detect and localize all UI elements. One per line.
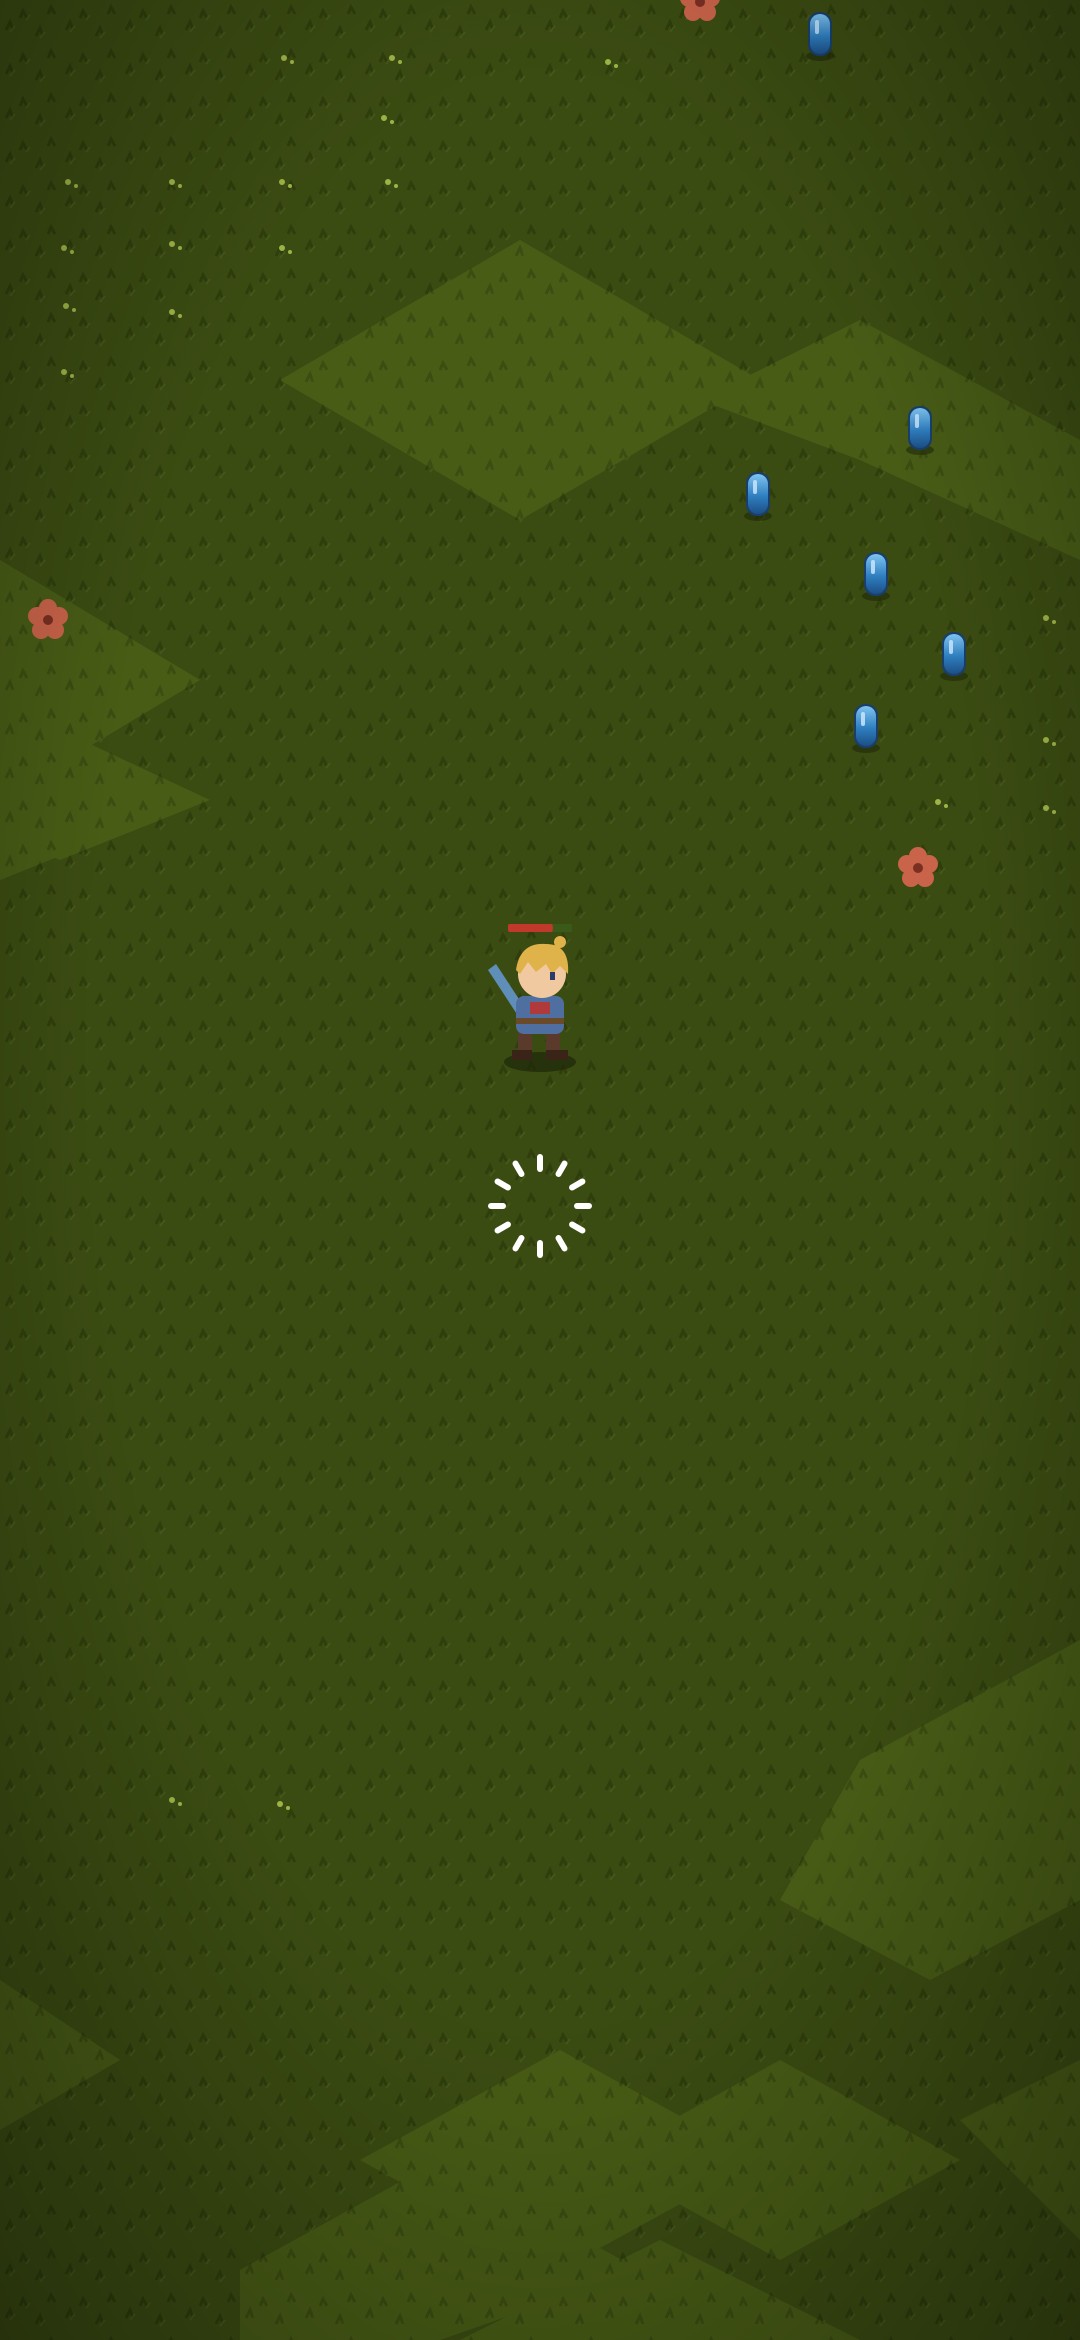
vignette: [0, 0, 1080, 2340]
game-field[interactable]: [0, 0, 1080, 2340]
